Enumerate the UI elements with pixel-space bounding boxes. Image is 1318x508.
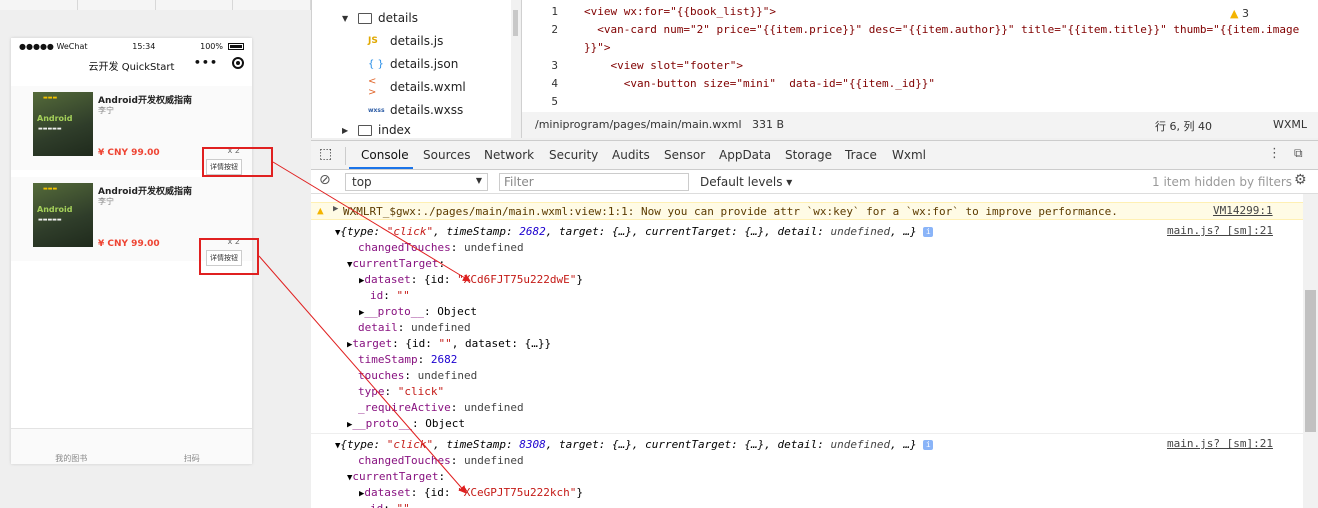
tab-bar: 我的图书 扫码 (11, 428, 252, 464)
wxss-file-icon: wxss (368, 106, 385, 114)
tab-storage[interactable]: Storage (785, 148, 832, 162)
info-icon: i (923, 440, 934, 450)
code-editor[interactable]: 1 2 3 4 5 <view wx:for="{{book_list}}"> … (521, 0, 1318, 112)
book-author: 李宁 (98, 197, 114, 206)
tab-security[interactable]: Security (549, 148, 598, 162)
clock-text: 15:34 (132, 41, 156, 51)
event-object-line[interactable]: ▼{type: "click", timeStamp: 8308, target… (335, 437, 934, 452)
event-object-line[interactable]: ▼{type: "click", timeStamp: 2682, target… (335, 224, 934, 239)
tab-sources[interactable]: Sources (423, 148, 470, 162)
code-line: <view slot="footer"> (584, 59, 743, 72)
highlight-box (202, 147, 273, 177)
tree-file[interactable]: JS details.js (368, 30, 443, 52)
tab-audits[interactable]: Audits (612, 148, 650, 162)
language-mode[interactable]: WXML (1273, 118, 1307, 131)
cursor-position: 行 6, 列 40 (1155, 120, 1212, 133)
folder-icon (358, 124, 372, 136)
warning-text: WXMLRT_$gwx:./pages/main/main.wxml:view:… (343, 205, 1118, 218)
info-icon: i (923, 227, 934, 237)
more-icon[interactable]: ••• (194, 56, 218, 69)
clear-console-icon[interactable]: ⊘ (319, 172, 331, 188)
wxml-file-icon: < > (368, 76, 377, 98)
json-file-icon: { } (368, 58, 384, 70)
file-label: details.wxss (390, 103, 464, 117)
tab-console[interactable]: Console (361, 148, 409, 162)
console-output[interactable]: ▲ ▶ WXMLRT_$gwx:./pages/main/main.wxml:v… (311, 194, 1303, 508)
code-line: <van-card num="2" price="{{item.price}}"… (584, 23, 1300, 36)
line-number: 5 (551, 95, 558, 108)
expand-caret-icon[interactable]: ▶ (333, 204, 338, 214)
inspect-icon[interactable]: ⬚ (319, 146, 332, 162)
book-thumbnail: ▬▬▬ Android ▬▬▬▬▬ (33, 183, 93, 247)
tree-folder-index[interactable]: ▶ index (342, 122, 411, 138)
tab-appdata[interactable]: AppData (719, 148, 771, 162)
line-number: 1 (551, 5, 558, 18)
caret-right-icon: ▶ (342, 125, 349, 135)
tab-wxml[interactable]: Wxml (892, 148, 926, 162)
code-line: <van-button size="mini" data-id="{{item.… (584, 77, 935, 90)
tree-file[interactable]: < > details.wxml (368, 76, 466, 98)
filter-input[interactable]: Filter (499, 173, 689, 191)
folder-label: index (378, 123, 411, 137)
editor-status-bar: /miniprogram/pages/main/main.wxml 331 B … (521, 112, 1318, 138)
battery-icon (227, 42, 244, 50)
tab-network[interactable]: Network (484, 148, 534, 162)
book-author: 李宁 (98, 106, 114, 115)
js-file-icon: JS (368, 36, 378, 46)
warning-badge[interactable]: ▲ 3 (1230, 7, 1249, 20)
dock-icon[interactable]: ⧉ (1294, 146, 1303, 161)
line-number: 4 (551, 77, 558, 90)
line-number: 3 (551, 59, 558, 72)
settings-gear-icon[interactable]: ⚙ (1294, 172, 1307, 188)
file-path: /miniprogram/pages/main/main.wxml (535, 118, 742, 131)
source-link[interactable]: VM14299:1 (1213, 204, 1273, 217)
file-label: details.json (390, 57, 459, 71)
menu-capsule[interactable]: ••• (194, 56, 244, 69)
file-tree: ▼ details JS details.js { } details.json… (311, 0, 520, 138)
hidden-items-note: 1 item hidden by filters (1152, 175, 1293, 189)
line-number: 2 (551, 23, 558, 36)
nav-bar: 云开发 QuickStart ••• (11, 54, 252, 76)
tree-file[interactable]: wxss details.wxss (368, 99, 463, 121)
warning-icon: ▲ (1230, 7, 1239, 20)
tab-sensor[interactable]: Sensor (664, 148, 705, 162)
console-scrollbar[interactable] (1303, 194, 1318, 508)
carrier-text: ●●●●● WeChat (19, 41, 88, 51)
file-label: details.js (390, 34, 444, 48)
warning-message: ▲ ▶ WXMLRT_$gwx:./pages/main/main.wxml:v… (311, 202, 1303, 220)
book-price: ¥ CNY 99.00 (98, 148, 160, 158)
active-tab-underline (349, 167, 413, 169)
warning-icon: ▲ (317, 204, 324, 217)
file-size: 331 B (752, 118, 785, 131)
code-line: }}"> (584, 41, 611, 54)
highlight-box (199, 238, 259, 275)
tree-file[interactable]: { } details.json (368, 53, 458, 75)
nav-title: 云开发 QuickStart (88, 61, 175, 73)
levels-dropdown[interactable]: Default levels ▾ (700, 175, 792, 189)
tab-my-books[interactable]: 我的图书 (11, 429, 132, 464)
status-bar: ●●●●● WeChat 15:34 100% (11, 38, 252, 54)
battery-indicator: 100% (200, 42, 244, 51)
code-line: <view wx:for="{{book_list}}"> (584, 5, 777, 18)
folder-label: details (378, 11, 418, 25)
close-target-icon[interactable] (232, 56, 244, 69)
devtools-tabbar: ⬚ Console Sources Network Security Audit… (311, 140, 1318, 170)
tree-folder-details[interactable]: ▼ details (342, 7, 418, 29)
more-options-icon[interactable]: ⋮ (1268, 146, 1281, 161)
context-select[interactable]: top ▼ (345, 173, 488, 191)
source-link[interactable]: main.js? [sm]:21 (1167, 437, 1273, 450)
tab-scan[interactable]: 扫码 (132, 429, 253, 464)
simulator-top-tabs (0, 0, 311, 10)
file-label: details.wxml (390, 80, 466, 94)
source-link[interactable]: main.js? [sm]:21 (1167, 224, 1273, 237)
book-price: ¥ CNY 99.00 (98, 239, 160, 249)
caret-down-icon: ▼ (342, 13, 349, 23)
tab-trace[interactable]: Trace (845, 148, 877, 162)
folder-icon (358, 12, 372, 24)
book-thumbnail: ▬▬▬ Android ▬▬▬▬▬ (33, 92, 93, 156)
chevron-down-icon: ▼ (475, 176, 482, 185)
tree-scrollbar[interactable] (511, 0, 520, 138)
simulator-panel: ●●●●● WeChat 15:34 100% 云开发 QuickStart •… (0, 0, 311, 508)
